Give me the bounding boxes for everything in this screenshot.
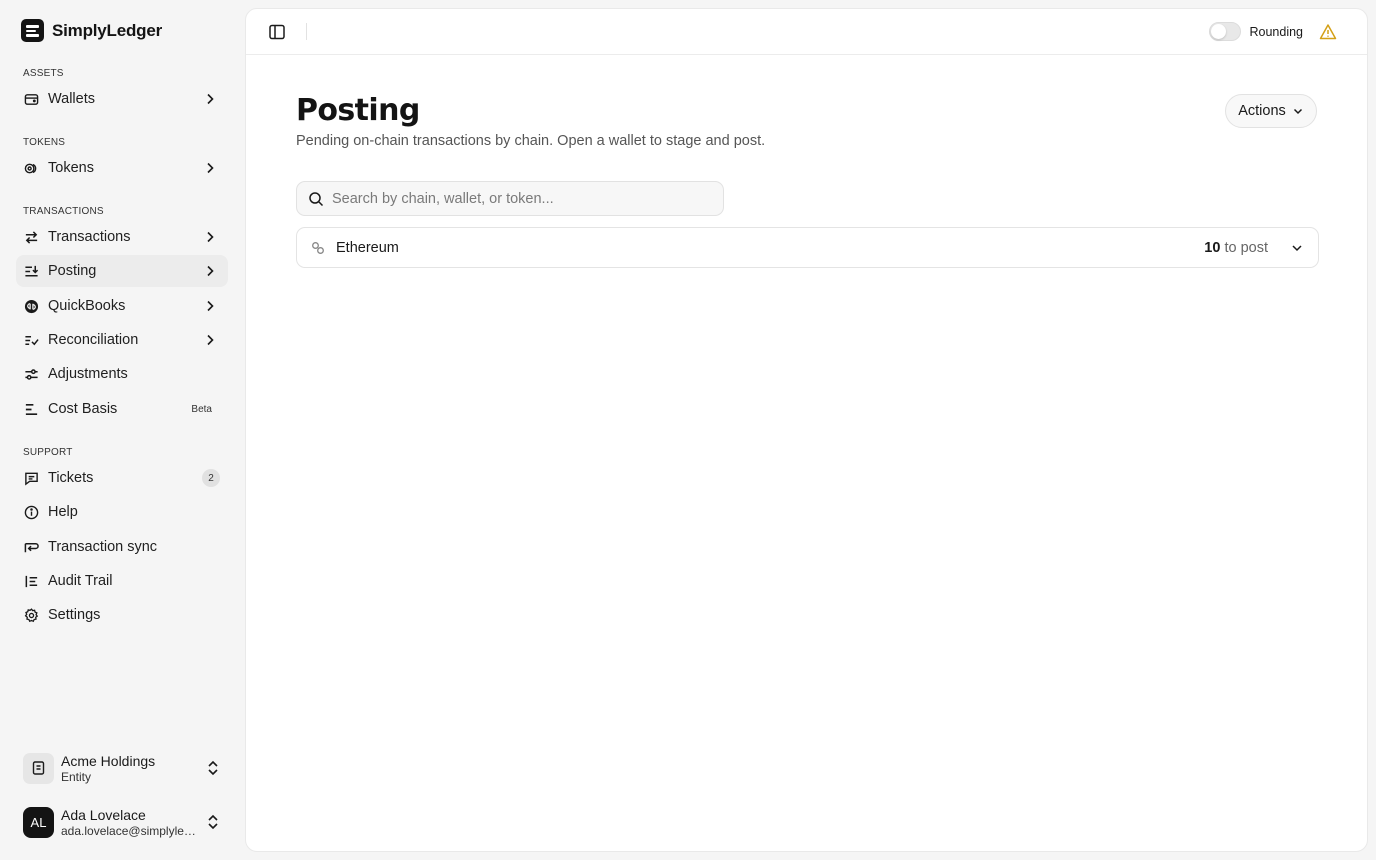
chevron-right-icon: [207, 93, 214, 105]
chevron-right-icon: [207, 300, 214, 312]
sidebar-item-help[interactable]: Help: [16, 496, 228, 528]
sidebar-item-reconciliation[interactable]: Reconciliation: [16, 324, 228, 356]
warning-icon[interactable]: [1319, 23, 1337, 41]
chevron-right-icon: [207, 162, 214, 174]
sidebar-item-settings[interactable]: Settings: [16, 599, 228, 631]
sidebar-item-cost-basis[interactable]: Cost Basis Beta: [16, 393, 228, 425]
wallet-icon: [24, 92, 39, 107]
section-label-tokens: TOKENS: [23, 137, 66, 148]
sidebar-item-label: QuickBooks: [48, 298, 126, 314]
post-count-suffix: to post: [1224, 239, 1268, 256]
sliders-icon: [24, 367, 39, 382]
sidebar-item-label: Reconciliation: [48, 332, 139, 348]
sidebar-item-transactions[interactable]: Transactions: [16, 221, 228, 253]
chain-name: Ethereum: [336, 239, 399, 256]
chevron-updown-icon: [208, 760, 218, 776]
chain-row[interactable]: Ethereum 10 to post: [296, 227, 1319, 268]
chevron-down-icon[interactable]: [1290, 241, 1304, 255]
rounding-toggle[interactable]: [1209, 22, 1242, 41]
chevron-updown-icon: [208, 814, 218, 830]
entity-icon: [23, 752, 54, 784]
entity-name: Acme Holdings: [61, 752, 156, 769]
post-count-value: 10: [1204, 239, 1221, 256]
brand-logo-icon: [21, 19, 44, 42]
sidebar-item-label: Audit Trail: [48, 573, 113, 589]
posting-icon: [24, 264, 39, 279]
search-input[interactable]: [332, 190, 702, 207]
chevron-down-icon: [1293, 108, 1302, 115]
sidebar-item-label: Tickets: [48, 470, 94, 486]
arrows-swap-icon: [24, 230, 39, 245]
user-menu[interactable]: AL Ada Lovelace ada.lovelace@simplyledge…: [23, 804, 228, 840]
chevron-right-icon: [207, 265, 214, 277]
chevron-right-icon: [207, 231, 214, 243]
chain-post-count: 10 to post: [1204, 240, 1268, 256]
sidebar: SimplyLedger ASSETS Wallets TOKENS Token…: [0, 0, 244, 860]
sidebar-item-label: Tokens: [48, 160, 94, 176]
sidebar-item-label: Settings: [48, 607, 101, 623]
search-icon: [309, 191, 324, 206]
gear-icon: [24, 607, 39, 623]
sidebar-item-wallets[interactable]: Wallets: [16, 83, 228, 115]
sidebar-item-label: Transactions: [48, 229, 131, 245]
entity-type: Entity: [61, 769, 92, 784]
topbar: Rounding: [246, 9, 1367, 55]
sidebar-item-label: Wallets: [48, 91, 95, 107]
sidebar-item-label: Transaction sync: [48, 539, 158, 555]
sidebar-item-quickbooks[interactable]: QuickBooks: [16, 290, 228, 322]
user-email: ada.lovelace@simplyledger.com: [61, 823, 199, 838]
sidebar-item-transaction-sync[interactable]: Transaction sync: [16, 531, 228, 563]
search-box: [296, 181, 724, 216]
topbar-divider: [306, 23, 307, 40]
rounding-label: Rounding: [1249, 24, 1303, 39]
user-name: Ada Lovelace: [61, 806, 146, 823]
list-check-icon: [24, 333, 39, 348]
section-label-assets: ASSETS: [23, 68, 64, 79]
sidebar-item-posting[interactable]: Posting: [16, 255, 228, 287]
avatar: AL: [23, 806, 54, 838]
beta-badge: Beta: [191, 403, 212, 415]
sidebar-item-label: Cost Basis: [48, 401, 118, 417]
section-label-support: SUPPORT: [23, 447, 73, 458]
brand[interactable]: SimplyLedger: [21, 19, 162, 42]
sidebar-item-tickets[interactable]: Tickets 2: [16, 462, 228, 494]
sidebar-item-label: Help: [48, 504, 78, 520]
main-panel: Rounding Posting Pending on-chain transa…: [245, 8, 1368, 852]
section-label-transactions: TRANSACTIONS: [23, 206, 104, 217]
page-title: Posting: [296, 93, 420, 128]
actions-label: Actions: [1238, 103, 1286, 119]
message-icon: [24, 471, 39, 486]
sidebar-toggle-icon[interactable]: [268, 23, 286, 41]
info-icon: [24, 505, 39, 520]
bars-icon: [24, 402, 39, 417]
coins-icon: [24, 161, 39, 176]
rounding-control: Rounding: [1209, 22, 1303, 41]
sync-arrow-icon: [24, 540, 39, 555]
brand-name: SimplyLedger: [52, 20, 163, 40]
sidebar-item-adjustments[interactable]: Adjustments: [16, 358, 228, 390]
actions-button[interactable]: Actions: [1225, 94, 1317, 128]
entity-switcher[interactable]: Acme Holdings Entity: [23, 750, 228, 786]
chain-link-icon: [311, 241, 325, 255]
ticket-count-badge: 2: [202, 469, 220, 487]
sidebar-item-label: Adjustments: [48, 366, 128, 382]
quickbooks-icon: [24, 299, 39, 314]
page-subtitle: Pending on-chain transactions by chain. …: [296, 133, 766, 149]
sidebar-item-label: Posting: [48, 263, 97, 279]
sidebar-item-audit-trail[interactable]: Audit Trail: [16, 565, 228, 597]
sidebar-item-tokens[interactable]: Tokens: [16, 152, 228, 184]
chevron-right-icon: [207, 334, 214, 346]
audit-list-icon: [24, 574, 39, 589]
